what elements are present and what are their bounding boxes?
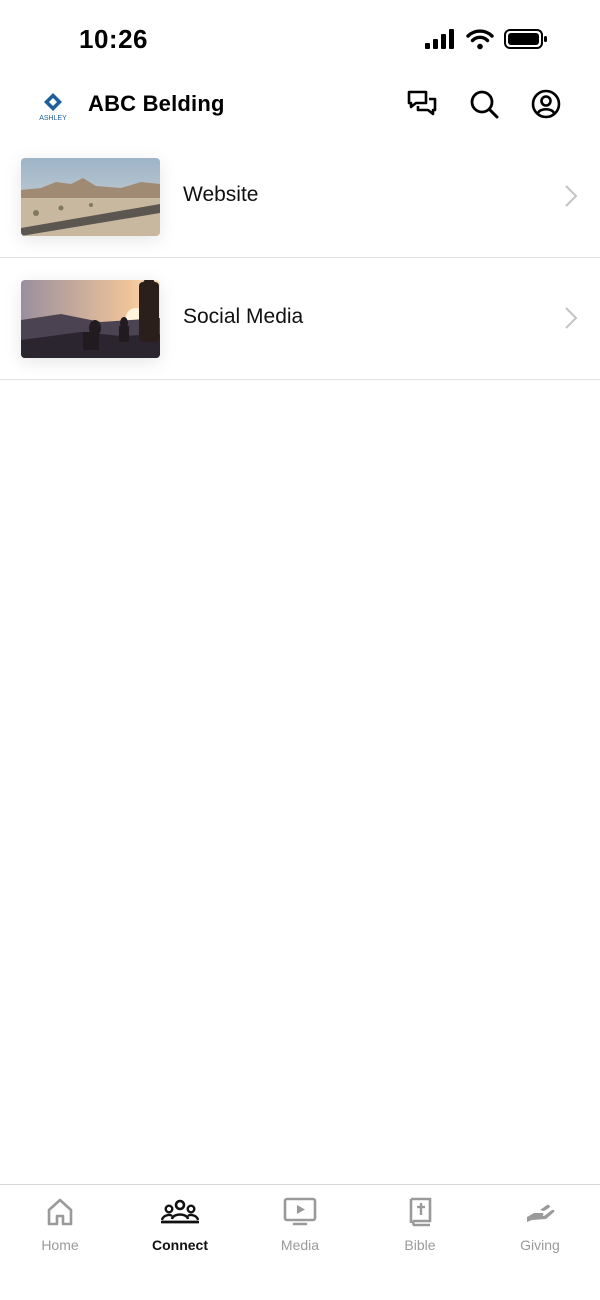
header-actions bbox=[406, 89, 562, 124]
link-list: Website Social Media bbox=[0, 136, 600, 380]
tab-connect[interactable]: Connect bbox=[120, 1185, 240, 1300]
status-icons bbox=[424, 28, 548, 50]
user-circle-icon bbox=[531, 89, 561, 124]
home-icon bbox=[46, 1197, 74, 1227]
tab-label: Media bbox=[280, 1237, 320, 1253]
logo-text: ASHLEY bbox=[39, 115, 67, 121]
list-item-label: Website bbox=[183, 183, 259, 206]
bible-icon bbox=[407, 1197, 433, 1227]
tab-home[interactable]: Home bbox=[0, 1185, 120, 1300]
cellular-signal-icon bbox=[424, 28, 456, 50]
sunset-hikers-thumbnail bbox=[21, 280, 160, 358]
chat-bubbles-icon bbox=[406, 89, 438, 124]
church-logo: ASHLEY bbox=[38, 91, 68, 122]
search-icon bbox=[469, 89, 499, 124]
chevron-right-icon bbox=[564, 184, 578, 213]
app-header: ASHLEY ABC Belding bbox=[0, 80, 600, 134]
status-bar: 10:26 bbox=[0, 0, 600, 80]
tab-bible[interactable]: Bible bbox=[360, 1185, 480, 1300]
search-button[interactable] bbox=[468, 90, 500, 122]
messages-button[interactable] bbox=[406, 90, 438, 122]
wifi-icon bbox=[466, 28, 494, 50]
list-item-website[interactable]: Website bbox=[0, 136, 600, 258]
giving-hand-icon bbox=[524, 1197, 556, 1227]
people-icon bbox=[161, 1197, 199, 1227]
tab-label: Giving bbox=[520, 1237, 560, 1253]
tab-label: Home bbox=[41, 1237, 79, 1253]
list-item-social-media[interactable]: Social Media bbox=[0, 258, 600, 380]
list-item-label: Social Media bbox=[183, 305, 304, 328]
tab-giving[interactable]: Giving bbox=[480, 1185, 600, 1300]
tab-label: Connect bbox=[152, 1237, 208, 1253]
status-time: 10:26 bbox=[79, 24, 148, 54]
profile-button[interactable] bbox=[530, 89, 562, 124]
tab-bar: Home Connect Media Bible Giving bbox=[0, 1184, 600, 1300]
chevron-right-icon bbox=[564, 306, 578, 335]
play-screen-icon bbox=[283, 1197, 317, 1227]
battery-icon bbox=[504, 28, 548, 50]
desert-road-thumbnail bbox=[21, 158, 160, 236]
tab-label: Bible bbox=[404, 1237, 436, 1253]
app-title: ABC Belding bbox=[88, 91, 225, 116]
screen: 10:26 ASHLEY ABC Belding Website Social … bbox=[0, 0, 600, 1300]
tab-media[interactable]: Media bbox=[240, 1185, 360, 1300]
